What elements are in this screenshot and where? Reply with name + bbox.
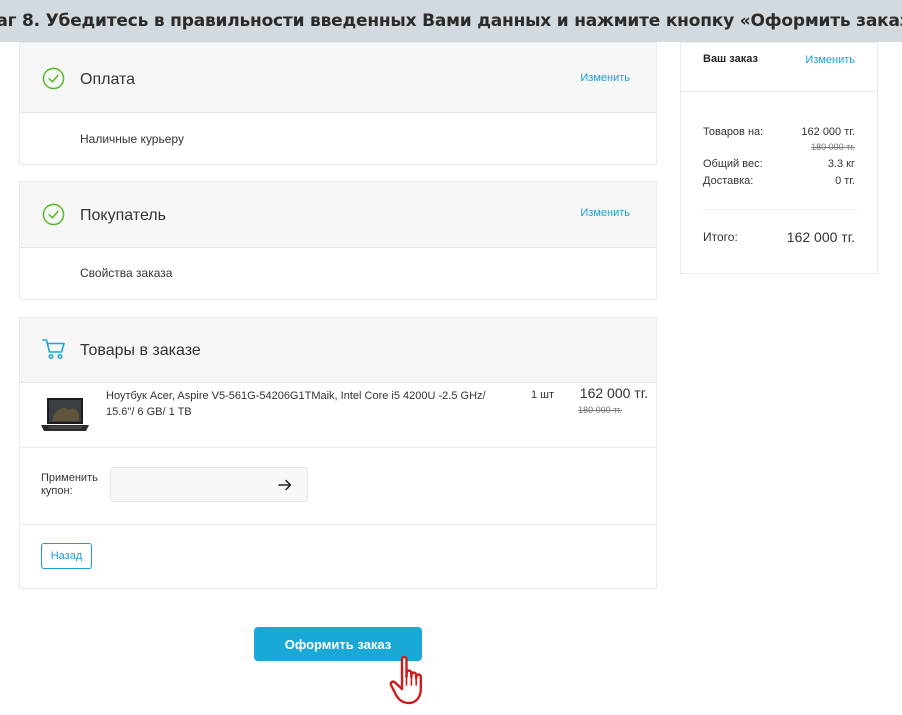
summary-delivery-value: 0 тг. [835,175,855,187]
divider [20,524,656,525]
instruction-banner: Шаг 8. Убедитесь в правильности введенны… [0,0,902,42]
coupon-input[interactable] [110,467,308,502]
summary-weight-label: Общий вес: [703,158,763,170]
summary-goods-old-value: 180 000 тг. [811,142,855,152]
laptop-image[interactable] [39,396,91,434]
check-circle-icon [42,203,65,226]
payment-section-header: Оплата Изменить [20,43,656,113]
summary-goods-label: Товаров на: [703,126,764,138]
summary-total-label: Итого: [703,230,738,244]
buyer-edit-link[interactable]: Изменить [580,207,630,219]
check-circle-icon [42,67,65,90]
buyer-properties-value: Свойства заказа [80,266,173,280]
summary-weight-value: 3.3 кг [827,158,855,170]
summary-total-value: 162 000 тг. [786,229,855,245]
order-summary: Ваш заказ Изменить Товаров на: 162 000 т… [680,42,878,274]
summary-title: Ваш заказ [703,53,758,65]
product-price: 162 000 тг. [579,385,648,401]
buyer-section: Покупатель Изменить Свойства заказа [19,181,657,300]
summary-delivery-label: Доставка: [703,175,754,187]
goods-section-header: Товары в заказе [20,318,656,383]
product-old-price: 180 000 тг. [578,405,622,415]
goods-title: Товары в заказе [80,342,201,359]
summary-edit-link[interactable]: Изменить [805,54,855,66]
divider [20,447,656,448]
goods-section: Товары в заказе Ноутбук Acer, Aspire V5-… [19,317,657,589]
product-name[interactable]: Ноутбук Acer, Aspire V5-561G-54206G1TMai… [106,388,516,420]
back-button[interactable]: Назад [41,543,92,569]
divider [703,209,857,210]
summary-goods-value: 162 000 тг. [801,126,855,138]
product-quantity: 1 шт [531,389,555,401]
payment-edit-link[interactable]: Изменить [580,72,630,84]
buyer-section-header: Покупатель Изменить [20,182,656,248]
payment-method-value: Наличные курьеру [80,132,184,146]
hand-pointer-icon [389,655,422,705]
coupon-label: Применить купон: [41,472,98,497]
payment-section: Оплата Изменить Наличные курьеру [19,42,657,165]
divider [681,91,877,92]
arrow-right-icon[interactable] [277,477,293,493]
payment-title: Оплата [80,71,136,88]
cart-icon [42,339,65,360]
buyer-title: Покупатель [80,207,166,224]
